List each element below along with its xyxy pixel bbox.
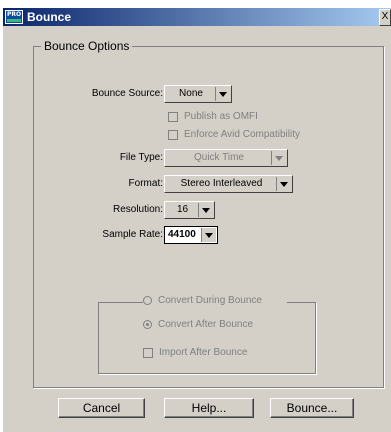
chevron-down-icon <box>198 203 213 217</box>
window-title: Bounce <box>27 10 72 24</box>
resolution-dropdown[interactable]: 16 <box>164 201 215 219</box>
chevron-down-icon <box>271 151 286 165</box>
checkbox-box <box>168 112 178 122</box>
format-dropdown[interactable]: Stereo Interleaved <box>164 175 293 193</box>
format-value: Stereo Interleaved <box>180 178 263 189</box>
pro-tools-icon <box>5 10 23 24</box>
convert-after-label: Convert After Bounce <box>158 319 254 330</box>
help-button[interactable]: Help... <box>164 398 254 418</box>
import-after-label: Import After Bounce <box>159 347 248 358</box>
chevron-down-icon <box>215 87 230 101</box>
file-type-label: File Type: <box>119 152 163 163</box>
bounce-button[interactable]: Bounce... <box>270 398 354 418</box>
bounce-options-title: Bounce Options <box>41 39 133 53</box>
conversion-options-group <box>98 302 316 374</box>
sample-rate-value: 44100 <box>168 229 196 240</box>
convert-during-label: Convert During Bounce <box>158 295 262 306</box>
bounce-dialog: Bounce X Bounce Options Bounce Source: N… <box>3 8 391 432</box>
resolution-label: Resolution: <box>112 204 163 215</box>
checkbox-box <box>168 130 178 140</box>
close-icon: X <box>381 11 389 22</box>
close-button[interactable]: X <box>379 9 391 26</box>
enforce-avid-label: Enforce Avid Compatibility <box>184 129 300 140</box>
convert-during-radio[interactable]: Convert During Bounce <box>143 295 287 308</box>
bounce-source-value: None <box>179 88 203 99</box>
sample-rate-label: Sample Rate: <box>102 229 163 240</box>
chevron-down-icon <box>201 228 216 242</box>
file-type-value: Quick Time <box>193 152 244 163</box>
title-bar[interactable]: Bounce X <box>3 8 391 26</box>
publish-omfi-label: Publish as OMFI <box>184 111 258 122</box>
checkbox-box <box>143 348 153 358</box>
resolution-value: 16 <box>176 204 189 215</box>
radio-button <box>143 296 152 305</box>
file-type-dropdown[interactable]: Quick Time <box>164 149 288 167</box>
cancel-button[interactable]: Cancel <box>58 398 145 418</box>
format-label: Format: <box>128 178 163 189</box>
sample-rate-dropdown[interactable]: 44100 <box>164 226 218 244</box>
bounce-source-label: Bounce Source: <box>91 88 163 99</box>
chevron-down-icon <box>276 177 291 191</box>
bounce-source-dropdown[interactable]: None <box>164 85 232 103</box>
radio-button <box>143 320 152 329</box>
